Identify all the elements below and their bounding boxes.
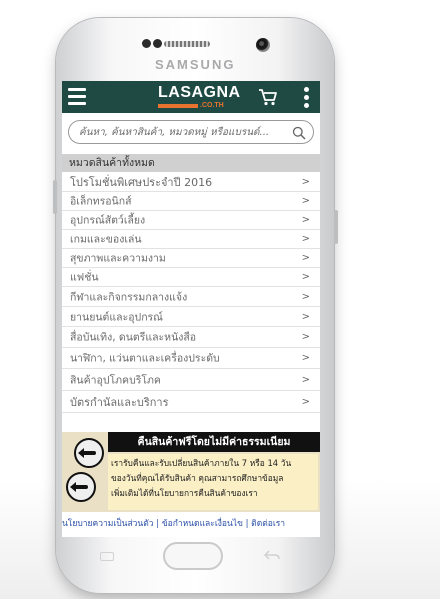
back-button-icon[interactable] <box>263 548 280 562</box>
category-label: กีฬาและกิจกรรมกลางแจ้ง <box>70 291 188 303</box>
privacy-policy-link[interactable]: นโยบายความเป็นส่วนตัว <box>62 519 154 529</box>
earpiece-speaker <box>164 41 210 47</box>
category-label: ยานยนต์และอุปกรณ์ <box>70 311 163 323</box>
category-item[interactable]: เกมและของเล่น > <box>62 230 320 249</box>
category-item[interactable]: นาฬิกา, แว่นตาและเครื่องประดับ > <box>62 348 320 369</box>
banner-back-arrow-icon[interactable] <box>66 472 96 502</box>
power-button <box>334 210 338 244</box>
category-item[interactable]: สินค้าอุปโภคบริโภค > <box>62 369 320 391</box>
hamburger-menu-icon[interactable] <box>68 88 86 105</box>
category-label: สุขภาพและความงาม <box>70 252 166 265</box>
footer-links: นโยบายความเป็นส่วนตัว | ข้อกำหนดและเงื่อ… <box>62 513 320 535</box>
banner-text-line: เพิ่มเติมได้ที่นโยบายการคืนสินค้าของเรา <box>111 488 258 498</box>
search-input[interactable] <box>79 124 284 140</box>
site-logo[interactable]: LASAGNA .CO.TH <box>158 84 240 110</box>
volume-button <box>53 180 57 214</box>
device-brand: SAMSUNG <box>155 57 236 72</box>
category-item[interactable]: ยานยนต์และอุปกรณ์ > <box>62 307 320 327</box>
chevron-right-icon: > <box>301 352 310 364</box>
category-item[interactable]: โปรโมชั่นพิเศษประจำปี 2016 > <box>62 172 320 192</box>
front-camera <box>256 38 270 52</box>
more-options-icon[interactable] <box>304 87 310 108</box>
chevron-right-icon: > <box>301 176 310 187</box>
chevron-right-icon: > <box>301 214 310 226</box>
footer-separator: | <box>245 519 249 529</box>
category-label: อิเล็กทรอนิกส์ <box>70 195 132 208</box>
search-box <box>68 120 314 144</box>
footer-separator: | <box>156 519 160 529</box>
contact-link[interactable]: ติดต่อเรา <box>251 519 285 529</box>
top-nav-bar: LASAGNA .CO.TH <box>62 81 320 113</box>
banner-text-line: เรารับคืนและรับเปลี่ยนสินค้าภายใน 7 หรือ… <box>111 458 292 468</box>
chevron-right-icon: > <box>301 252 310 264</box>
category-label: บัตรกำนัลและบริการ <box>70 395 169 409</box>
banner-text-line: ของวันที่คุณได้รับสินค้า คุณสามารถศึกษาข… <box>111 473 284 483</box>
home-button[interactable] <box>163 542 223 570</box>
free-return-banner: คืนสินค้าฟรีโดยไม่มีค่าธรรมเนียม เรารับค… <box>62 432 320 512</box>
category-label: แฟชั่น <box>70 271 99 284</box>
banner-title: คืนสินค้าฟรีโดยไม่มีค่าธรรมเนียม <box>108 432 320 452</box>
chevron-right-icon: > <box>301 233 310 245</box>
category-item[interactable]: บัตรกำนัลและบริการ > <box>62 391 320 413</box>
banner-prev-arrow-icon[interactable] <box>74 438 104 468</box>
category-label: สินค้าอุปโภคบริโภค <box>70 374 161 386</box>
logo-underline <box>158 104 198 108</box>
category-label: อุปกรณ์สัตว์เลี้ยง <box>70 214 146 227</box>
category-label: โปรโมชั่นพิเศษประจำปี 2016 <box>70 175 213 189</box>
chevron-right-icon: > <box>301 331 310 343</box>
chevron-right-icon: > <box>301 396 310 407</box>
light-sensor <box>153 39 162 48</box>
category-section-header: หมวดสินค้าทั้งหมด <box>62 154 320 172</box>
category-item[interactable]: สุขภาพและความงาม > <box>62 249 320 268</box>
banner-text: เรารับคืนและรับเปลี่ยนสินค้าภายใน 7 หรือ… <box>108 454 318 510</box>
category-item[interactable]: กีฬาและกิจกรรมกลางแจ้ง > <box>62 287 320 307</box>
phone-screen: LASAGNA .CO.TH หมวดสินค้าทั้งหมด โปรโมชั… <box>62 81 320 537</box>
logo-main-text: LASAGNA <box>158 84 241 101</box>
chevron-right-icon: > <box>301 291 310 302</box>
terms-link[interactable]: ข้อกำหนดและเงื่อนไข <box>162 519 243 529</box>
search-icon[interactable] <box>292 125 306 140</box>
chevron-right-icon: > <box>301 374 310 385</box>
category-label: สื่อบันเทิง, ดนตรีและหนังสือ <box>70 331 197 344</box>
category-list: โปรโมชั่นพิเศษประจำปี 2016 > อิเล็กทรอนิกส… <box>62 172 320 413</box>
category-label: นาฬิกา, แว่นตาและเครื่องประดับ <box>70 352 220 365</box>
recent-apps-button[interactable] <box>100 552 114 561</box>
logo-domain-text: .CO.TH <box>200 102 224 109</box>
category-item[interactable]: อิเล็กทรอนิกส์ > <box>62 192 320 211</box>
category-item[interactable]: แฟชั่น > <box>62 268 320 287</box>
chevron-right-icon: > <box>301 271 310 283</box>
category-item[interactable]: สื่อบันเทิง, ดนตรีและหนังสือ > <box>62 327 320 348</box>
category-label: เกมและของเล่น <box>70 233 142 246</box>
chevron-right-icon: > <box>301 195 310 207</box>
category-item[interactable]: อุปกรณ์สัตว์เลี้ยง > <box>62 211 320 230</box>
shopping-cart-icon[interactable] <box>258 87 278 107</box>
chevron-right-icon: > <box>301 311 310 322</box>
proximity-sensor <box>142 39 151 48</box>
